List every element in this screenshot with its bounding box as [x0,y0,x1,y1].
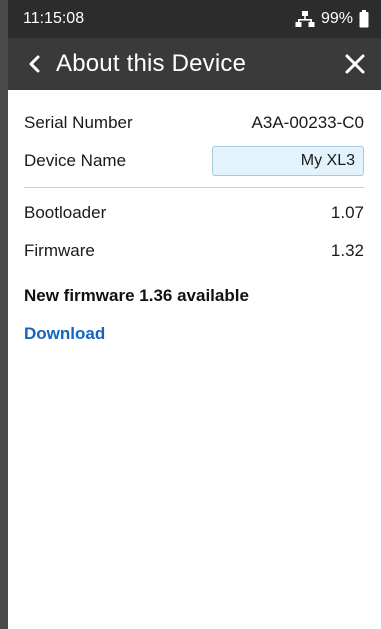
chevron-left-icon[interactable] [22,51,48,77]
page-title: About this Device [56,50,247,77]
firmware-row: Firmware 1.32 [24,232,364,270]
network-icon [295,10,315,28]
status-time: 11:15:08 [23,10,85,27]
firmware-value: 1.32 [330,241,364,260]
device-info-panel: Serial Number A3A-00233-C0 Device Name B… [8,90,381,344]
bootloader-label: Bootloader [24,203,107,222]
close-icon[interactable] [341,50,369,78]
bootloader-row: Bootloader 1.07 [24,194,364,232]
device-name-row: Device Name [24,142,364,180]
download-link[interactable]: Download [24,324,105,344]
serial-number-row: Serial Number A3A-00233-C0 [24,104,364,142]
serial-number-value: A3A-00233-C0 [251,113,364,132]
app-header: About this Device [8,38,381,90]
device-name-input[interactable] [212,146,364,176]
divider [24,187,364,188]
serial-number-label: Serial Number [24,113,133,132]
device-screen: 11:15:08 99% About this Device Serial Nu… [0,0,381,629]
device-name-label: Device Name [24,151,127,170]
status-bar: 11:15:08 99% [8,0,381,38]
battery-percent: 99% [320,10,353,27]
status-indicators: 99% [295,10,369,28]
battery-icon [359,10,369,28]
bootloader-value: 1.07 [330,203,364,222]
firmware-update-notice: New firmware 1.36 available [24,286,249,305]
firmware-label: Firmware [24,241,95,260]
